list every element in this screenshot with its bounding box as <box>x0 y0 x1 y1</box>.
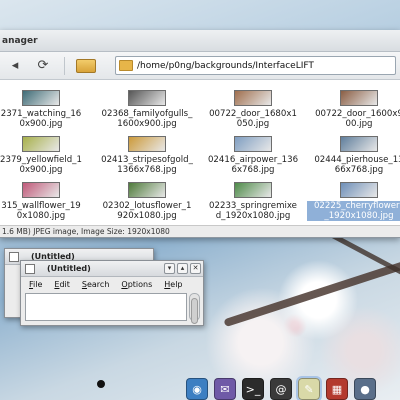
file-item[interactable]: 00722_door_1600x9 00.jpg <box>306 88 400 134</box>
text-area[interactable] <box>25 293 187 321</box>
extra-icon[interactable]: ● <box>354 378 376 400</box>
menu-bar: File Edit Search Options Help <box>21 277 203 291</box>
file-item[interactable]: 2371_watching_16 0x900.jpg <box>0 88 94 134</box>
maximize-icon[interactable]: ▴ <box>177 263 188 274</box>
menu-file[interactable]: File <box>29 280 42 289</box>
file-name: 02368_familyofgulls_ 1600x900.jpg <box>101 109 193 129</box>
window-controls: ▾ ▴ ✕ <box>164 263 201 274</box>
image-thumbnail <box>22 90 60 106</box>
file-name: 02233_springremixe d_1920x1080.jpg <box>209 201 297 221</box>
image-thumbnail <box>234 136 272 152</box>
folder-icon <box>76 58 96 73</box>
image-thumbnail <box>234 90 272 106</box>
file-item[interactable]: 315_wallflower_19 0x1080.jpg <box>0 180 94 226</box>
window-titlebar[interactable]: (Untitled) ▾ ▴ ✕ <box>21 261 203 277</box>
file-item[interactable]: 02368_familyofgulls_ 1600x900.jpg <box>94 88 200 134</box>
menu-down-icon[interactable]: ▾ <box>164 263 175 274</box>
menu-edit[interactable]: Edit <box>54 280 70 289</box>
image-thumbnail <box>340 182 378 198</box>
image-thumbnail <box>234 182 272 198</box>
file-item[interactable]: 02413_stripesofgold_ 1366x768.jpg <box>94 134 200 180</box>
app-icon <box>9 252 19 262</box>
mail-icon[interactable]: @ <box>270 378 292 400</box>
file-name: 02302_lotusflower_1 920x1080.jpg <box>102 201 192 221</box>
window-title: (Untitled) <box>47 264 91 273</box>
dock: ◉ ✉ >_ @ ✎ ▦ ● <box>186 376 400 400</box>
location-path: /home/p0ng/backgrounds/InterfaceLIFT <box>137 60 314 71</box>
browser-icon[interactable]: ◉ <box>186 378 208 400</box>
scrollbar-thumb[interactable] <box>191 298 198 324</box>
text-editor-icon[interactable]: ✎ <box>296 376 322 400</box>
image-thumbnail <box>22 136 60 152</box>
file-grid: 2371_watching_16 0x900.jpg 02368_familyof… <box>0 88 400 226</box>
file-item[interactable]: 00722_door_1680x1 050.jpg <box>200 88 306 134</box>
folder-icon <box>119 60 133 71</box>
status-bar: 1.6 MB) JPEG image, Image Size: 1920x108… <box>0 225 400 237</box>
file-name: 02444_pierhouse_13 66x768.jpg <box>314 155 400 175</box>
file-name: 00722_door_1600x9 00.jpg <box>315 109 400 129</box>
image-thumbnail <box>128 182 166 198</box>
file-item[interactable]: 02233_springremixe d_1920x1080.jpg <box>200 180 306 226</box>
mouse-cursor <box>97 380 105 388</box>
chat-icon[interactable]: ✉ <box>214 378 236 400</box>
menu-help[interactable]: Help <box>164 280 182 289</box>
close-icon[interactable]: ✕ <box>190 263 201 274</box>
file-item[interactable]: 2379_yellowfield_1 0x900.jpg <box>0 134 94 180</box>
file-item[interactable]: 02444_pierhouse_13 66x768.jpg <box>306 134 400 180</box>
file-view: 2371_watching_16 0x900.jpg 02368_familyof… <box>0 82 400 226</box>
toolbar: ◂ ⟳ /home/p0ng/backgrounds/InterfaceLIFT <box>0 52 400 80</box>
image-thumbnail <box>128 90 166 106</box>
back-icon[interactable]: ◂ <box>4 56 26 76</box>
file-name: 02413_stripesofgold_ 1366x768.jpg <box>101 155 193 175</box>
file-item[interactable]: 02416_airpower_136 6x768.jpg <box>200 134 306 180</box>
location-bar[interactable]: /home/p0ng/backgrounds/InterfaceLIFT <box>115 56 396 75</box>
file-manager-icon[interactable]: ▦ <box>326 378 348 400</box>
file-name: 00722_door_1680x1 050.jpg <box>209 109 297 129</box>
file-item[interactable]: 02225_cherryflowers _1920x1080.jpg <box>306 180 400 226</box>
app-icon <box>25 264 35 274</box>
window-title: anager <box>0 30 400 52</box>
reload-icon[interactable]: ⟳ <box>32 56 54 76</box>
image-thumbnail <box>22 182 60 198</box>
file-name: 2379_yellowfield_1 0x900.jpg <box>0 155 82 175</box>
file-item[interactable]: 02302_lotusflower_1 920x1080.jpg <box>94 180 200 226</box>
image-thumbnail <box>340 136 378 152</box>
home-folder-button[interactable] <box>75 56 97 76</box>
menu-search[interactable]: Search <box>82 280 109 289</box>
editor-window[interactable]: (Untitled) ▾ ▴ ✕ File Edit Search Options He… <box>20 260 204 326</box>
image-thumbnail <box>340 90 378 106</box>
image-thumbnail <box>128 136 166 152</box>
file-name: 2371_watching_16 0x900.jpg <box>0 109 82 129</box>
file-name: 02416_airpower_136 6x768.jpg <box>207 155 299 175</box>
file-name: 315_wallflower_19 0x1080.jpg <box>1 201 81 221</box>
file-manager-window: anager ◂ ⟳ /home/p0ng/backgrounds/Interf… <box>0 30 400 238</box>
terminal-icon[interactable]: >_ <box>242 378 264 400</box>
file-name: 02225_cherryflowers _1920x1080.jpg <box>307 201 400 221</box>
scrollbar[interactable] <box>189 293 200 324</box>
menu-options[interactable]: Options <box>121 280 152 289</box>
toolbar-separator <box>64 56 65 75</box>
